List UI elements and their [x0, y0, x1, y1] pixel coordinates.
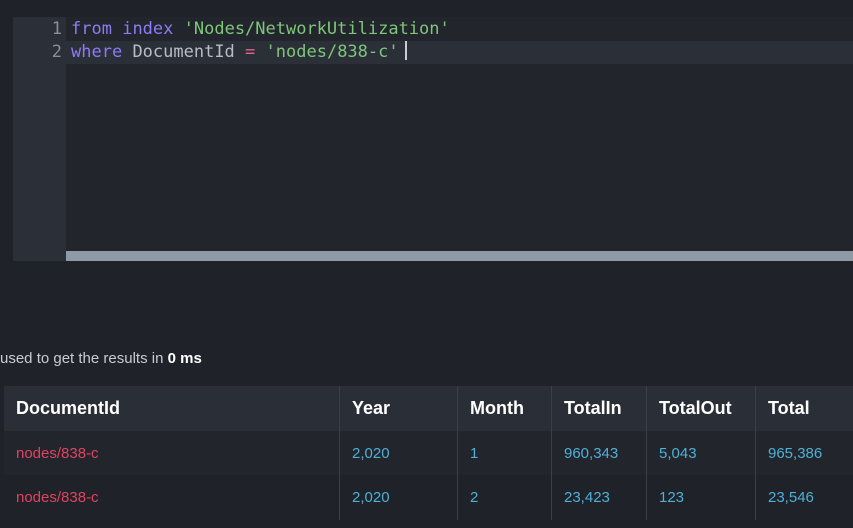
line-number: 2	[51, 42, 62, 62]
status-prefix: used to get the results in	[0, 350, 164, 367]
cell-month: 1	[458, 431, 552, 475]
code-line-2[interactable]: where DocumentId = 'nodes/838-c'	[66, 41, 853, 64]
query-status-text: used to get the results in 0 ms	[0, 350, 202, 367]
column-header-totalout[interactable]: TotalOut	[647, 386, 756, 431]
keyword-index: index	[122, 19, 174, 39]
column-header-month[interactable]: Month	[458, 386, 552, 431]
column-header-documentid[interactable]: DocumentId	[4, 386, 340, 431]
query-duration: 0 ms	[167, 350, 202, 367]
cell-totalin: 23,423	[552, 475, 647, 520]
keyword-from: from	[71, 19, 112, 39]
cell-documentid-link[interactable]: nodes/838-c	[4, 475, 340, 520]
column-header-year[interactable]: Year	[340, 386, 458, 431]
cell-month: 2	[458, 475, 552, 520]
cell-totalout: 123	[647, 475, 756, 520]
cell-year: 2,020	[340, 475, 458, 520]
horizontal-scrollbar[interactable]	[66, 251, 853, 261]
code-line-1[interactable]: from index 'Nodes/NetworkUtilization'	[66, 18, 853, 41]
query-editor[interactable]: 1 2 from index 'Nodes/NetworkUtilization…	[13, 17, 853, 261]
equals-operator: =	[245, 42, 256, 62]
table-row[interactable]: nodes/838-c 2,020 2 23,423 123 23,546	[4, 475, 853, 520]
field-identifier: DocumentId	[132, 42, 235, 62]
column-header-totalin[interactable]: TotalIn	[552, 386, 647, 431]
cell-total: 23,546	[768, 489, 814, 506]
table-row[interactable]: nodes/838-c 2,020 1 960,343 5,043 965,38…	[4, 431, 853, 475]
table-header-row: DocumentId Year Month TotalIn TotalOut T…	[4, 386, 853, 431]
results-table: DocumentId Year Month TotalIn TotalOut T…	[4, 386, 853, 520]
cell-documentid-link[interactable]: nodes/838-c	[4, 431, 340, 475]
cell-total: 965,386	[768, 444, 823, 462]
document-id-string: 'nodes/838-c'	[265, 42, 399, 62]
line-number-gutter: 1 2	[13, 17, 66, 261]
index-name-string: 'Nodes/NetworkUtilization'	[183, 19, 450, 39]
cell-totalin: 960,343	[552, 431, 647, 475]
text-cursor	[404, 41, 407, 60]
line-number: 1	[51, 19, 62, 39]
cell-totalout: 5,043	[647, 431, 756, 475]
column-header-total[interactable]: Total	[756, 386, 853, 431]
keyword-where: where	[71, 42, 123, 62]
cell-year: 2,020	[340, 431, 458, 475]
